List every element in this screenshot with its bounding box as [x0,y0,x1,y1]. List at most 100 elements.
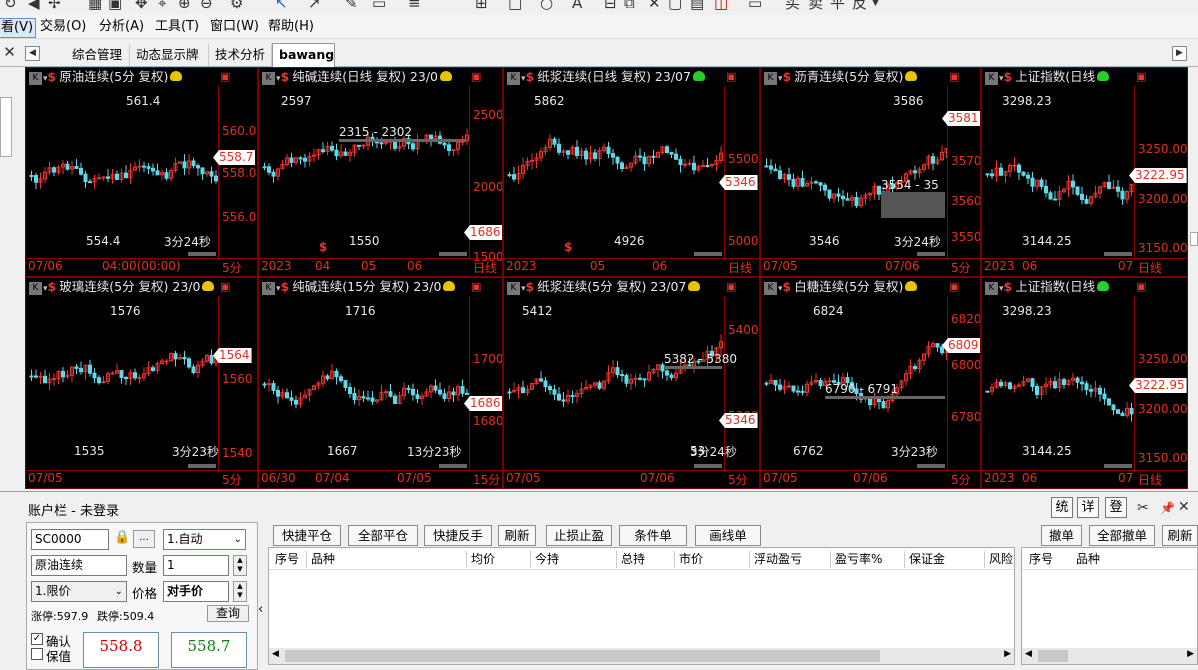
order-col-header[interactable]: 品种 [1076,550,1100,567]
chart-scroll[interactable] [694,464,722,468]
chart-panel-9[interactable]: K ▾$ 白糖连续(5分 复权) ▣ 6820 6800 6780 6809 6824 6762 3… [760,277,981,489]
chart-scroll[interactable] [1104,464,1132,468]
contract-field[interactable]: 原油连续 [31,555,127,576]
back-icon[interactable]: ◀ [28,0,40,12]
period-label[interactable]: 5分 [222,259,242,276]
tab-scroll-left-icon[interactable]: ◀ [25,46,40,61]
chevron-down-icon[interactable]: ▾ [778,284,783,294]
position-col-header[interactable]: 总持 [621,550,645,567]
reverse-tool-icon[interactable]: 反 [852,0,867,12]
rect-icon[interactable]: □ [508,0,522,12]
period-label[interactable]: 5分 [728,471,748,488]
scroll-left-icon[interactable]: ◀ [1025,649,1032,659]
login-button[interactable]: 登 [1105,497,1127,518]
chart-panel-3[interactable]: K ▾$ 纸浆连续(日线 复权) 23/07 ▣ 5500 5000 5346 5862 492… [503,67,760,277]
copy-icon[interactable]: ⧉ [624,0,635,12]
action-button-1[interactable]: 快捷平仓 [273,525,341,546]
period-label[interactable]: 日线 [473,259,497,276]
doc-icon[interactable]: ▤ [690,0,704,12]
zoom-out-icon[interactable]: ⊖ [200,0,213,12]
order-button-3[interactable]: 刷新 [1162,525,1198,546]
ruler-icon[interactable]: ▭ [372,0,386,12]
cursor-icon[interactable]: ✢ [48,0,61,12]
scroll-left-icon[interactable]: ◀ [272,649,279,659]
chart-panel-2[interactable]: K ▾$ 纯碱连续(日线 复权) 23/0 ▣ 2500 2000 1500 1686 2597… [258,67,503,277]
chevron-down-icon[interactable]: ▾ [43,284,48,294]
period-label[interactable]: 5分 [951,471,971,488]
k-badge-icon[interactable]: K [262,282,275,295]
menu-trade[interactable]: 交易(O) [40,18,86,36]
chart-panel-5[interactable]: K ▾$ 上证指数(日线 ▣ 3250.00 3200.00 3150.00 3222.95 3… [981,67,1188,277]
close-panel-icon[interactable]: ✕ [1178,498,1190,516]
circle-icon[interactable]: ○ [540,0,553,12]
menu-help[interactable]: 帮助(H) [268,18,314,36]
qty-input[interactable]: 1 [163,555,229,576]
action-button-6[interactable]: 条件单 [619,525,687,546]
alert-icon[interactable]: ▣ [471,280,481,293]
query-button[interactable]: 查询 [207,605,249,622]
position-col-header[interactable]: 均价 [471,550,495,567]
tab-4[interactable]: bawang [272,43,335,67]
collapse-left-icon[interactable]: ‹ [258,602,263,617]
chevron-down-icon[interactable]: ▾ [521,284,526,294]
protect-checkbox[interactable] [31,648,43,660]
refresh-icon[interactable]: ↻ [4,0,17,12]
k-badge-icon[interactable]: K [985,72,998,85]
grid-icon[interactable]: ⊞ [475,0,488,12]
order-button-1[interactable]: 撤单 [1041,525,1082,546]
chart-scroll[interactable] [439,464,467,468]
position-col-header[interactable]: 品种 [311,550,335,567]
lock-icon[interactable]: 🔒 [114,530,130,546]
action-button-4[interactable]: 刷新 [498,525,536,546]
alert-icon[interactable]: ▣ [471,70,481,83]
menu-tools[interactable]: 工具(T) [155,18,199,36]
fib-icon[interactable]: ≡ [408,0,421,12]
chart-panel-8[interactable]: K▾$纸浆连续(5分 复权) 23/07▣5400530053465412533… [503,277,760,489]
position-col-header[interactable]: 序号 [275,550,299,567]
period-label[interactable]: 日线 [1138,471,1162,488]
buy-tool-icon[interactable]: 买 [785,0,800,12]
text-tool-icon[interactable]: A [572,0,582,12]
window-icon[interactable]: ▭ [748,0,762,12]
confirm-checkbox[interactable]: ✓ [31,633,43,645]
marker-icon[interactable]: ◫ [714,0,728,12]
pointer-icon[interactable]: ↖ [275,0,288,12]
chart-scroll[interactable] [917,464,945,468]
settings-icon[interactable]: ⚙ [230,0,243,12]
period-label[interactable]: 5分 [222,471,242,488]
chart-scroll[interactable] [694,252,722,256]
position-col-header[interactable]: 风险 [989,550,1013,567]
menu-window[interactable]: 窗口(W) [210,18,259,36]
close-icon[interactable]: ✕ [2,45,17,61]
tab-scroll-right-icon[interactable]: ▶ [1172,46,1187,61]
action-button-5[interactable]: 止损止盈 [546,525,612,546]
chevron-down-icon[interactable]: ▾ [999,74,1004,84]
alert-icon[interactable]: ▣ [726,70,736,83]
chevron-down-icon[interactable]: ▾ [43,74,48,84]
position-hscroll[interactable]: ◀ ▶ [269,648,1014,664]
scroll-right-icon[interactable]: ▶ [1004,649,1011,659]
zoom-in-icon[interactable]: ⊕ [178,0,191,12]
period-label[interactable]: 15分 [473,471,500,488]
tab-2[interactable]: 动态显示牌 [130,44,209,66]
chart-panel-7[interactable]: K ▾$ 纯碱连续(15分 复权) 23/0 ▣ 1700 1680 1686 1716 166… [258,277,503,489]
tab-3[interactable]: 技术分析 [209,44,272,66]
k-badge-icon[interactable]: K [507,72,520,85]
move-icon[interactable]: ✥ [135,0,148,12]
tools-icon[interactable]: ✂ [1137,499,1149,517]
period-label[interactable]: 5分 [951,259,971,276]
price-input[interactable]: 对手价 [163,581,229,602]
chevron-down-icon[interactable]: ▾ [778,74,783,84]
chevron-down-icon[interactable]: ▾ [276,74,281,84]
detail-button[interactable]: 详 [1077,497,1099,518]
action-button-7[interactable]: 画线单 [695,525,761,546]
delete-icon[interactable]: ✕ [648,0,661,12]
scroll-thumb[interactable] [285,650,880,662]
action-button-3[interactable]: 快捷反手 [424,525,492,546]
pin-icon[interactable]: 📌 [1160,499,1175,517]
position-col-header[interactable]: 盈亏率% [835,550,882,567]
position-col-header[interactable]: 浮动盈亏 [754,550,802,567]
k-badge-icon[interactable]: K [764,72,777,85]
chart-panel-10[interactable]: K ▾$ 上证指数(日线 ▣ 3250.00 3200.00 3150.00 3222.95 3… [981,277,1188,489]
price-type-select[interactable]: 1.限价 ⌄ [31,581,127,602]
